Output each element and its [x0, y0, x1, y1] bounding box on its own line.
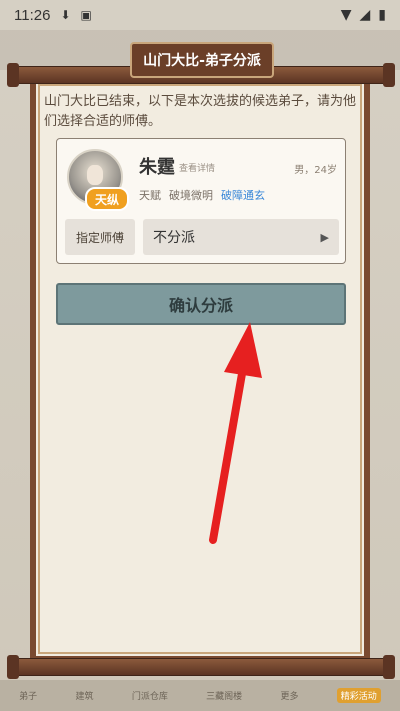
bottom-nav-item: 建筑: [75, 692, 94, 702]
trait-label: 天赋: [139, 189, 161, 202]
dialog-intro-text: 山门大比已结束，以下是本次选拔的候选弟子，请为他们选择合适的师傅。: [44, 94, 357, 129]
bottom-nav-item: 三藏阁楼: [206, 692, 243, 702]
bottom-nav-item: 门派仓库: [131, 692, 168, 702]
assign-master-value: 不分派: [153, 230, 195, 246]
trait-highlight[interactable]: 破障通玄: [221, 187, 265, 203]
play-arrow-icon: ▶: [320, 230, 329, 244]
bottom-nav-item: 弟子: [19, 692, 38, 702]
assign-master-select[interactable]: 不分派 ▶: [143, 219, 339, 255]
disciple-name: 朱霆: [139, 157, 175, 178]
app-notification-icon: ▣: [80, 8, 92, 22]
bottom-nav-item: 更多: [280, 692, 299, 702]
trait-value: 破境微明: [169, 189, 213, 202]
assign-master-label: 指定师傅: [65, 219, 135, 255]
status-time: 11:26: [14, 6, 51, 24]
signal-icon: ◢: [359, 7, 371, 23]
download-icon: ⬇: [60, 8, 71, 22]
gender-age-text: 男，24岁: [294, 165, 337, 176]
status-bar: 11:26 ⬇ ▣ ▼ ◢ ▮: [0, 0, 400, 30]
bottom-nav-item: 精彩活动: [336, 688, 381, 703]
dialog-title: 山门大比-弟子分派: [130, 42, 274, 78]
battery-icon: ▮: [378, 7, 386, 23]
disciple-card: 天纵 朱霆 查看详情 男，24岁 天赋 破境微明 破障通玄 指定师傅 不分派 ▶: [56, 138, 346, 264]
confirm-assign-button[interactable]: 确认分派: [56, 283, 346, 325]
background-bottom-nav: 弟子 建筑 门派仓库 三藏阁楼 更多 精彩活动: [0, 680, 400, 711]
view-details-link[interactable]: 查看详情: [179, 161, 215, 174]
scroll-bottom-pole: [7, 655, 395, 679]
avatar-face: [87, 165, 103, 185]
wifi-icon: ▼: [340, 7, 352, 23]
talent-badge: 天纵: [85, 187, 129, 211]
disciple-traits: 天赋 破境微明 破障通玄: [139, 187, 265, 203]
